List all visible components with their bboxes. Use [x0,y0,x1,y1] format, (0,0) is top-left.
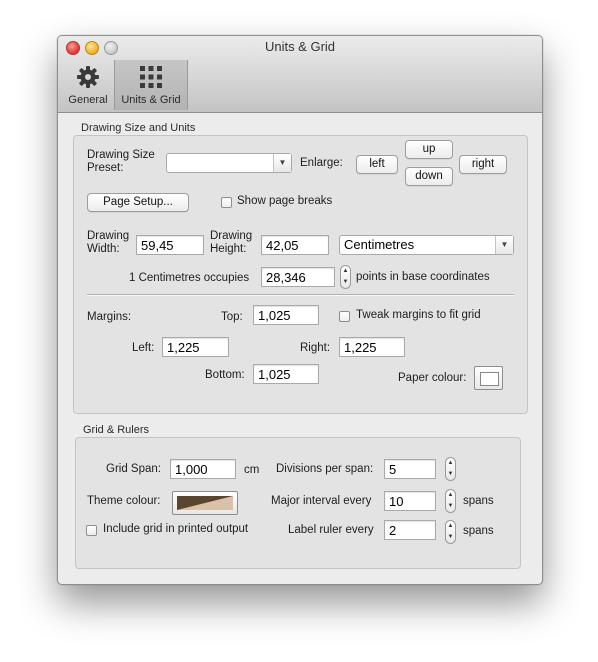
enlarge-down-button[interactable]: down [405,167,453,186]
preset-label: Drawing Size Preset: [87,149,155,174]
theme-colour-well[interactable] [172,491,238,515]
chevron-down-icon: ▼ [495,236,513,254]
margin-top-input[interactable]: 1,025 [253,305,319,325]
units-select[interactable]: Centimetres ▼ [339,235,514,255]
drawing-width-label: Drawing Width: [87,230,130,255]
divisions-label: Divisions per span: [276,463,374,475]
divider [87,294,514,296]
enlarge-right-button[interactable]: right [459,155,507,174]
occupies-suffix: points in base coordinates [356,271,490,283]
major-interval-label: Major interval every [271,495,372,507]
stepper-down-icon: ▼ [447,471,454,477]
theme-colour-label: Theme colour: [87,495,161,507]
page-setup-button[interactable]: Page Setup... [87,193,189,212]
enlarge-up-button[interactable]: up [405,140,453,159]
margin-top-label: Top: [221,311,243,323]
margins-label: Margins: [87,311,132,323]
major-interval-unit: spans [463,495,494,507]
paper-colour-well[interactable] [474,366,503,390]
divisions-stepper[interactable]: ▲ ▼ [445,457,456,481]
grid-span-label: Grid Span: [106,463,161,475]
divisions-input[interactable]: 5 [384,459,436,479]
drawing-height-label: Drawing Height: [210,230,253,255]
ruler-unit: spans [463,525,494,537]
include-grid-checkbox[interactable] [86,525,97,536]
tab-general[interactable]: General [62,60,114,110]
include-grid-label: Include grid in printed output [103,523,249,535]
ruler-stepper[interactable]: ▲ ▼ [445,520,456,544]
preferences-window: Units & Grid General Units & Grid Drawin… [57,35,543,585]
show-page-breaks-checkbox[interactable] [221,197,232,208]
tab-general-label: General [68,94,108,106]
preset-select[interactable]: ▼ [166,153,292,173]
major-interval-stepper[interactable]: ▲ ▼ [445,489,456,513]
tweak-margins-checkbox[interactable] [339,311,350,322]
grid-icon [140,66,162,88]
stepper-up-icon: ▲ [447,523,454,529]
enlarge-label: Enlarge: [300,157,343,169]
stepper-down-icon: ▼ [342,279,349,285]
drawing-section-title: Drawing Size and Units [81,122,196,134]
occupies-stepper[interactable]: ▲ ▼ [340,265,351,289]
occupies-label: 1 Centimetres occupies [129,272,250,284]
chevron-down-icon: ▼ [273,154,291,172]
ruler-label: Label ruler every [288,524,374,536]
window-title: Units & Grid [264,39,336,54]
stepper-up-icon: ▲ [447,492,454,498]
toolbar: Units & Grid General Units & Grid [58,36,542,113]
ruler-input[interactable]: 2 [384,520,436,540]
margin-right-label: Right: [300,342,331,354]
major-interval-input[interactable]: 10 [384,491,436,511]
drawing-height-input[interactable]: 42,05 [261,235,329,255]
grid-span-unit: cm [244,464,260,476]
tweak-margins-label: Tweak margins to fit grid [356,309,481,321]
margin-bottom-input[interactable]: 1,025 [253,364,319,384]
grid-section-title: Grid & Rulers [83,424,150,436]
margin-bottom-label: Bottom: [205,369,245,381]
stepper-up-icon: ▲ [447,460,454,466]
paper-colour-label: Paper colour: [398,372,467,384]
stepper-up-icon: ▲ [342,268,349,274]
enlarge-left-button[interactable]: left [356,155,398,174]
gear-icon [77,66,99,88]
margin-left-label: Left: [132,342,155,354]
show-page-breaks-label: Show page breaks [237,195,333,207]
theme-colour-swatch [177,496,233,510]
stepper-down-icon: ▼ [447,534,454,540]
units-value: Centimetres [344,237,415,252]
drawing-width-input[interactable]: 59,45 [136,235,204,255]
tab-units-grid-label: Units & Grid [121,94,181,106]
occupies-input[interactable]: 28,346 [261,267,335,287]
stepper-down-icon: ▼ [447,503,454,509]
tab-units-grid[interactable]: Units & Grid [114,60,188,110]
margin-left-input[interactable]: 1,225 [162,337,229,357]
grid-span-input[interactable]: 1,000 [170,459,236,479]
paper-colour-swatch [480,372,499,386]
margin-right-input[interactable]: 1,225 [339,337,405,357]
